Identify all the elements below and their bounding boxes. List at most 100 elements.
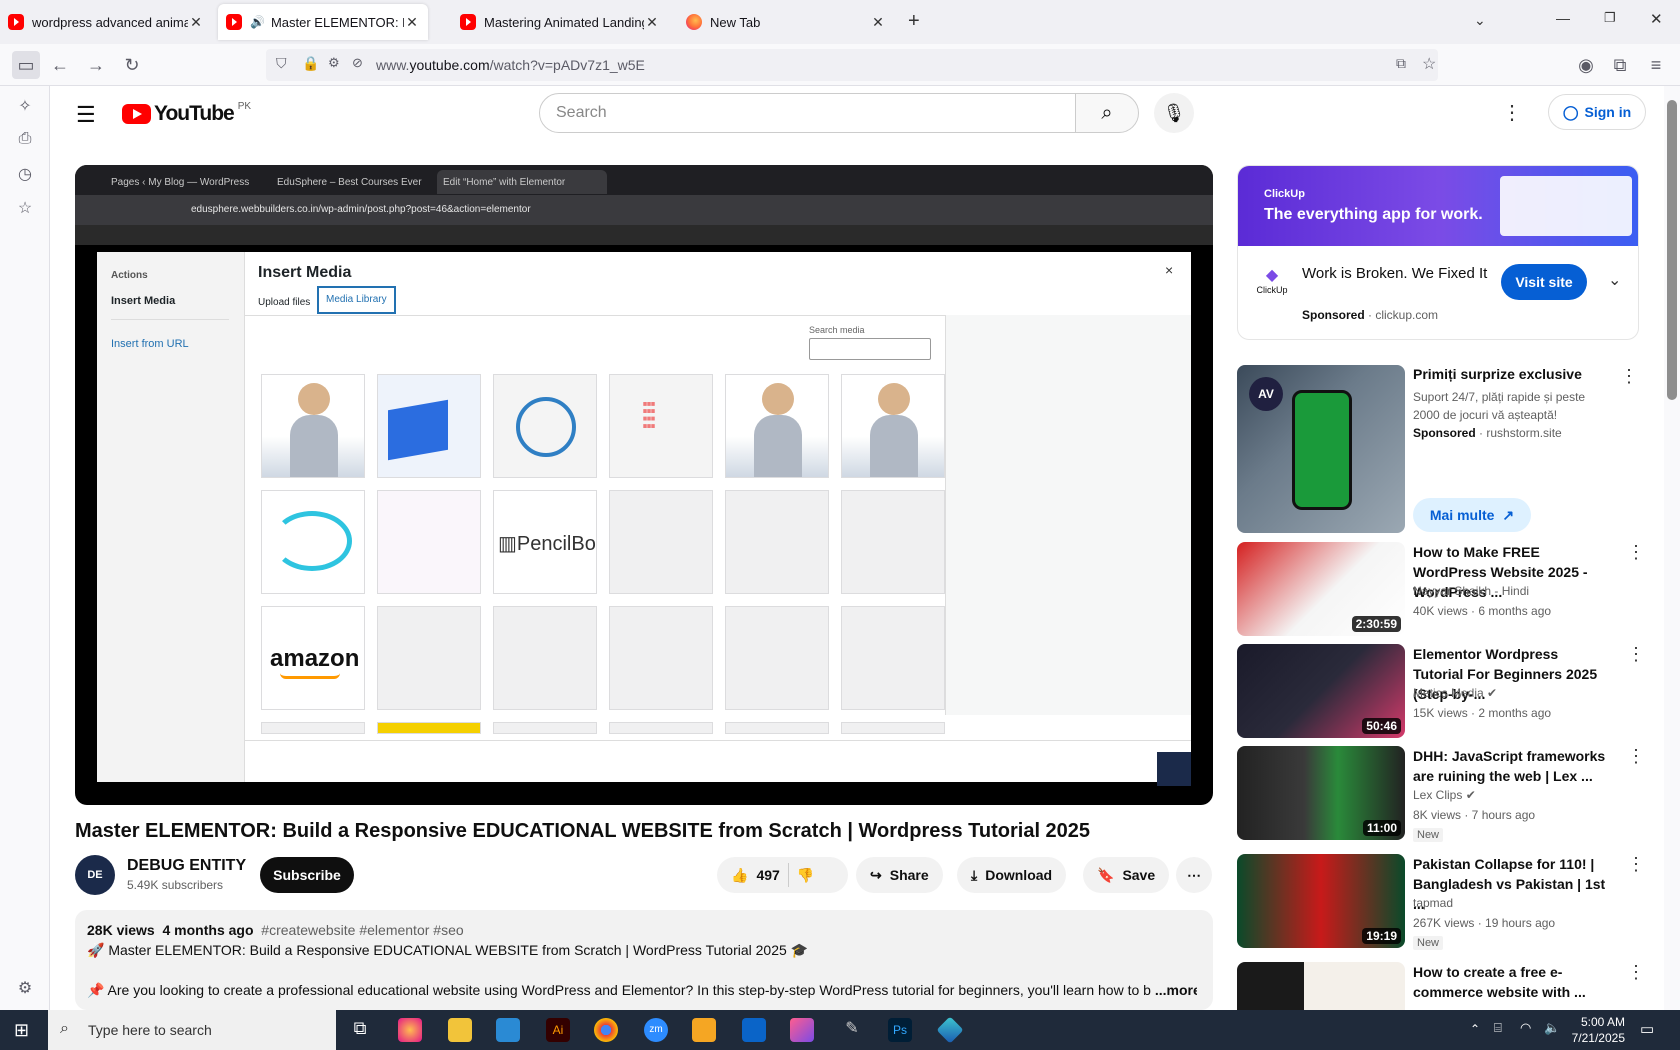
forward-icon[interactable]: → (84, 53, 108, 77)
ad2-title[interactable]: Primiți surprize exclusive (1413, 366, 1582, 382)
ad-headline[interactable]: Work is Broken. We Fixed It (1302, 264, 1492, 284)
browser-tab[interactable]: wordpress advanced animation ✕ (0, 4, 212, 40)
rec-title[interactable]: DHH: JavaScript frameworks are ruining t… (1413, 746, 1609, 786)
synced-tabs-icon[interactable]: ⎙ (14, 130, 36, 152)
video-thumbnail[interactable]: 11:00 (1237, 746, 1405, 840)
account-icon[interactable]: ◉ (1574, 53, 1598, 77)
new-tab-icon[interactable]: + (908, 10, 920, 33)
outlook-icon[interactable] (742, 1018, 766, 1042)
chrome-icon[interactable] (594, 1018, 618, 1042)
browser-tab[interactable]: New Tab ✕ (678, 4, 894, 40)
video-player[interactable]: Pages ‹ My Blog — WordPress EduSphere – … (75, 165, 1213, 805)
close-window-icon[interactable]: ✕ (1650, 10, 1663, 28)
rec-channel[interactable]: Lex Clips ✔ (1413, 788, 1476, 802)
ad-card[interactable]: ClickUp The everything app for work. ◆ Cl… (1237, 165, 1639, 340)
video-thumbnail[interactable]: 2:30:59 (1237, 542, 1405, 636)
kebab-menu-icon[interactable]: ⋮ (1627, 962, 1645, 983)
channel-avatar[interactable]: DE (75, 855, 115, 895)
url-bar[interactable]: ⛉ 🔒 ⚙ ⊘ www.youtube.com/watch?v=pADv7z1_… (266, 49, 1438, 81)
task-view-icon[interactable]: ⧉ (348, 1018, 372, 1042)
rec-channel[interactable]: Nayyar Shaikh - Hindi (1413, 584, 1529, 598)
ai-chatbot-icon[interactable]: ✧ (14, 96, 36, 118)
settings-icon[interactable]: ⚙ (14, 978, 36, 1000)
chevron-down-icon[interactable]: ⌄ (1608, 270, 1621, 290)
scrollbar-thumb[interactable] (1667, 100, 1677, 400)
kebab-menu-icon[interactable]: ⋮ (1627, 854, 1645, 875)
reload-icon[interactable]: ↻ (120, 53, 144, 77)
speaker-icon[interactable]: 🔊 (250, 15, 265, 29)
recommended-video[interactable]: 19:19 Pakistan Collapse for 110! | Bangl… (1237, 854, 1647, 952)
browser-tab[interactable]: Mastering Animated Landing Pa ✕ (452, 4, 668, 40)
hamburger-menu-icon[interactable]: ☰ (76, 102, 96, 128)
back-icon[interactable]: ← (48, 53, 72, 77)
history-icon[interactable]: ◷ (14, 164, 36, 186)
search-button[interactable]: ⌕ (1075, 93, 1139, 133)
download-button[interactable]: ⤓ Download (957, 857, 1067, 893)
windows-start-icon[interactable]: ⊞ (14, 1020, 29, 1041)
close-tab-icon[interactable]: ✕ (870, 14, 886, 31)
lock-icon[interactable]: 🔒 (302, 55, 319, 72)
volume-icon[interactable]: 🔈 (1544, 1020, 1560, 1036)
xampp-icon[interactable] (692, 1018, 716, 1042)
wifi-icon[interactable]: ◠ (1520, 1020, 1531, 1036)
file-explorer-icon[interactable] (448, 1018, 472, 1042)
picture-in-picture-icon[interactable]: ⧉ (1396, 55, 1406, 72)
vscode-icon[interactable] (496, 1018, 520, 1042)
close-tab-icon[interactable]: ✕ (404, 14, 420, 31)
minimize-icon[interactable]: — (1556, 10, 1570, 26)
menu-icon[interactable]: ≡ (1644, 53, 1668, 77)
recommended-video[interactable]: 2:30:59 How to Make FREE WordPress Websi… (1237, 542, 1647, 640)
kebab-menu-icon[interactable]: ⋮ (1627, 644, 1645, 665)
taskbar-clock[interactable]: 5:00 AM 7/21/2025 (1565, 1014, 1625, 1046)
ad2-thumbnail[interactable]: AV (1237, 365, 1405, 533)
subscribe-button[interactable]: Subscribe (260, 857, 354, 893)
visit-site-button[interactable]: Visit site (1501, 264, 1587, 300)
save-button[interactable]: 🔖 Save (1083, 857, 1170, 893)
close-tab-icon[interactable]: ✕ (188, 14, 204, 31)
recommended-video[interactable]: How to create a free e-commerce website … (1237, 962, 1647, 1010)
recommended-video[interactable]: 50:46 Elementor Wordpress Tutorial For B… (1237, 644, 1647, 742)
share-button[interactable]: ↪ Share (856, 857, 943, 893)
more-link[interactable]: ...more (1155, 982, 1197, 998)
creative-cloud-icon[interactable] (790, 1018, 814, 1042)
search-input[interactable]: Search (539, 93, 1079, 133)
tab-list-chevron-icon[interactable]: ⌄ (1474, 12, 1486, 29)
channel-name[interactable]: DEBUG ENTITY (127, 857, 246, 875)
sign-in-button[interactable]: ◯ Sign in (1548, 94, 1646, 130)
close-tab-icon[interactable]: ✕ (644, 14, 660, 31)
autoplay-blocked-icon[interactable]: ⊘ (352, 55, 363, 71)
shield-icon[interactable]: ⛉ (276, 55, 287, 72)
bookmarks-icon[interactable]: ☆ (14, 198, 36, 220)
rec-channel[interactable]: tapmad (1413, 896, 1453, 910)
restore-icon[interactable]: ❐ (1604, 10, 1616, 26)
kebab-menu-icon[interactable]: ⋮ (1627, 746, 1645, 767)
kebab-menu-icon[interactable]: ⋮ (1620, 366, 1638, 387)
thumbs-down-icon[interactable]: 👎 (797, 867, 814, 884)
browser-tab-active[interactable]: 🔊 Master ELEMENTOR: Build a ✕ (218, 4, 428, 40)
pen-tool-icon[interactable]: ✎ (840, 1018, 864, 1042)
ad-banner[interactable]: ClickUp The everything app for work. (1238, 166, 1638, 246)
illustrator-icon[interactable]: Ai (546, 1018, 570, 1042)
recommended-video[interactable]: 11:00 DHH: JavaScript frameworks are rui… (1237, 746, 1647, 844)
page-scrollbar[interactable] (1664, 86, 1680, 1010)
youtube-logo[interactable]: YouTube PK (122, 101, 251, 126)
rec-channel[interactable]: Metics Media ✔ (1413, 686, 1497, 700)
settings-kebab-icon[interactable]: ⋮ (1502, 100, 1522, 125)
url-text[interactable]: www.youtube.com/watch?v=pADv7z1_w5E (376, 57, 645, 73)
extensions-icon[interactable]: ⧉ (1608, 53, 1632, 77)
notifications-icon[interactable]: ▭ (1640, 1020, 1654, 1038)
bookmark-star-icon[interactable]: ☆ (1422, 54, 1436, 74)
description-box[interactable]: 28K views 4 months ago #createwebsite #e… (75, 910, 1213, 1010)
rec-title[interactable]: How to create a free e-commerce website … (1413, 962, 1609, 1002)
ad2-more-button[interactable]: Mai multe ↗ (1413, 498, 1531, 532)
like-count[interactable]: 497 (756, 867, 779, 883)
permissions-icon[interactable]: ⚙ (328, 55, 340, 71)
hashtags[interactable]: #createwebsite #elementor #seo (261, 922, 463, 938)
taskbar-search-input[interactable]: ⌕ Type here to search (48, 1010, 336, 1050)
zoom-icon[interactable]: zm (644, 1018, 668, 1042)
video-thumbnail[interactable] (1237, 962, 1405, 1010)
tray-chevron-icon[interactable]: ⌃ (1470, 1022, 1480, 1036)
firefox-app-icon[interactable] (398, 1018, 422, 1042)
kebab-menu-icon[interactable]: ⋮ (1627, 542, 1645, 563)
app-icon[interactable] (936, 1016, 964, 1044)
